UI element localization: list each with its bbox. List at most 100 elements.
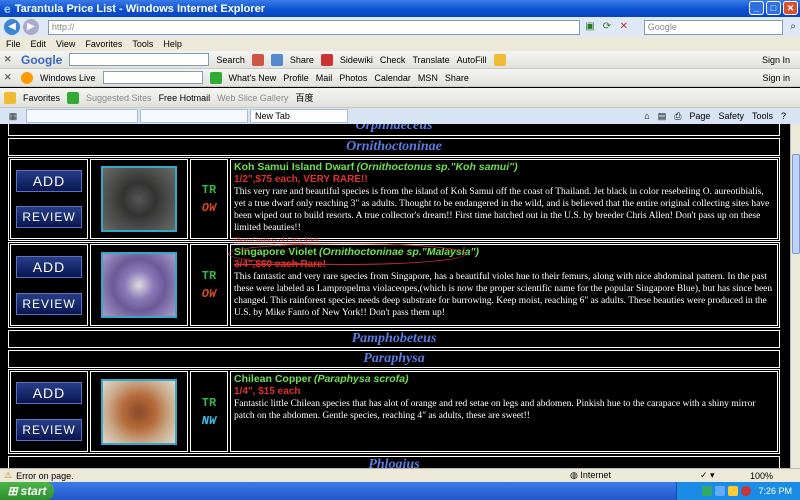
mail-link[interactable]: Mail <box>316 73 333 83</box>
photos-link[interactable]: Photos <box>339 73 367 83</box>
url-input[interactable]: http:// <box>47 19 581 35</box>
review-button[interactable]: REVIEW <box>16 418 82 441</box>
species-row-chilean-copper: ADD REVIEW TR NW Chilean Copper (Paraphy… <box>8 369 780 454</box>
page-menu[interactable]: Page <box>689 111 710 122</box>
network-icon[interactable] <box>702 486 713 496</box>
check-button[interactable]: Check <box>380 55 406 65</box>
search-icon[interactable]: ⌕ <box>786 20 800 34</box>
fav-web-slice-gallery[interactable]: Web Slice Gallery <box>217 93 288 103</box>
menu-file[interactable]: File <box>6 39 21 49</box>
add-favorite-icon[interactable] <box>67 91 80 104</box>
share-link[interactable]: Share <box>445 73 469 83</box>
pencil-icon[interactable] <box>493 53 506 66</box>
compat-icon[interactable]: ▣ <box>583 20 597 34</box>
favorites-button[interactable]: Favorites <box>23 93 60 103</box>
tab-1[interactable] <box>26 109 138 123</box>
refresh-icon[interactable]: ⟳ <box>600 20 614 34</box>
msn-link[interactable]: MSN <box>418 73 438 83</box>
whats-new-link[interactable]: What's New <box>229 73 277 83</box>
species-description: This very rare and beautiful species is … <box>234 187 770 233</box>
calendar-link[interactable]: Calendar <box>374 73 411 83</box>
habitat-code: TR <box>201 269 217 283</box>
tools-menu[interactable]: Tools <box>752 111 773 122</box>
address-bar: ◀ ▶ http:// ▣ ⟳ ✕ Google ⌕ <box>0 17 800 37</box>
safety-menu[interactable]: Safety <box>718 111 744 122</box>
singapore-violet-photo[interactable] <box>101 252 177 318</box>
photo-cell <box>90 244 188 326</box>
security-icon[interactable] <box>728 486 739 496</box>
maximize-button[interactable]: □ <box>766 1 781 15</box>
add-button[interactable]: ADD <box>16 255 82 278</box>
description-cell: Koh Samui Island Dwarf (Ornithoctonus sp… <box>230 159 778 244</box>
autofill-button[interactable]: AutoFill <box>457 55 487 65</box>
menu-favorites[interactable]: Favorites <box>85 39 122 49</box>
google-search-button[interactable]: Search <box>216 55 245 65</box>
status-text[interactable]: Error on page. <box>16 471 74 481</box>
start-button[interactable]: ⊞ start <box>0 482 54 500</box>
mail-icon[interactable] <box>320 53 333 66</box>
close-toolbar-icon[interactable]: ✕ <box>4 72 14 83</box>
bookmark-icon[interactable] <box>251 53 264 66</box>
menu-view[interactable]: View <box>56 39 75 49</box>
photo-cell <box>90 371 188 452</box>
scrollbar-thumb[interactable] <box>792 154 800 254</box>
search-go-icon[interactable] <box>209 71 222 84</box>
tab-bar: ▦ New Tab ⌂ ▤ ⎙ Page Safety Tools ? <box>0 108 800 124</box>
live-sign-in[interactable]: Sign in <box>762 73 790 83</box>
home-icon[interactable]: ⌂ <box>644 111 649 122</box>
fav-suggested-sites[interactable]: Suggested Sites <box>86 93 152 103</box>
description-cell: Chilean Copper (Paraphysa scrofa) 1/4", … <box>230 371 778 452</box>
fav-baidu[interactable]: 百度 <box>295 91 313 104</box>
quick-tabs-icon[interactable]: ▦ <box>0 111 26 122</box>
window-title: Tarantula Price List - Windows Internet … <box>14 2 265 15</box>
print-icon[interactable]: ⎙ <box>674 111 681 122</box>
add-button[interactable]: ADD <box>16 382 82 405</box>
menu-tools[interactable]: Tools <box>132 39 153 49</box>
google-search-input[interactable] <box>69 53 210 66</box>
tab-new[interactable]: New Tab <box>250 109 348 123</box>
tab-2[interactable] <box>140 109 248 123</box>
species-latin-name: (Paraphysa scrofa) <box>313 373 409 385</box>
live-search-input[interactable] <box>102 71 203 84</box>
button-cell: ADD REVIEW <box>10 244 88 326</box>
google-sign-in[interactable]: Sign In <box>762 55 790 65</box>
vertical-scrollbar[interactable] <box>790 124 800 468</box>
help-icon[interactable]: ? <box>781 111 786 122</box>
description-cell: Singapore Violet (Ornithoctoninae sp."Ma… <box>228 243 778 326</box>
menu-help[interactable]: Help <box>163 39 182 49</box>
review-button[interactable]: REVIEW <box>16 206 82 228</box>
back-button[interactable]: ◀ <box>4 19 20 35</box>
search-input[interactable]: Google <box>643 19 784 35</box>
zone-text: Internet <box>580 470 611 480</box>
profile-link[interactable]: Profile <box>283 73 309 83</box>
clock[interactable]: 7:26 PM <box>758 486 792 496</box>
add-button[interactable]: ADD <box>16 170 82 192</box>
translate-button[interactable]: Translate <box>412 55 449 65</box>
photo-cell <box>90 159 188 239</box>
forward-button[interactable]: ▶ <box>22 19 39 35</box>
fav-free-hotmail[interactable]: Free Hotmail <box>159 93 211 103</box>
close-toolbar-icon[interactable]: ✕ <box>4 54 14 65</box>
antivirus-icon[interactable] <box>741 486 752 496</box>
google-toolbar: ✕ Google Search Share Sidewiki Check Tra… <box>0 51 800 69</box>
stop-icon[interactable]: ✕ <box>617 20 631 34</box>
volume-icon[interactable] <box>715 486 726 496</box>
sidewiki-button[interactable]: Sidewiki <box>340 55 373 65</box>
koh-samui-photo[interactable] <box>101 166 177 232</box>
button-cell: ADD REVIEW <box>10 371 88 452</box>
zoom-level[interactable]: 100% <box>750 471 800 481</box>
taskbar: ⊞ start 7:26 PM <box>0 482 800 500</box>
share-button[interactable]: Share <box>290 55 314 65</box>
close-button[interactable]: ✕ <box>783 1 798 15</box>
highlight-oval <box>228 243 466 265</box>
species-price: 1/2",$75 each, VERY RARE!! <box>234 174 368 185</box>
status-bar: ⚠ Error on page. ◍ Internet ✓ ▾ 100% <box>0 468 800 482</box>
menu-edit[interactable]: Edit <box>31 39 47 49</box>
review-button[interactable]: REVIEW <box>16 292 82 315</box>
minimize-button[interactable]: _ <box>749 1 764 15</box>
windows-live-icon <box>21 71 33 84</box>
warning-icon[interactable]: ⚠ <box>4 470 12 481</box>
plus-icon[interactable] <box>270 53 283 66</box>
chilean-copper-photo[interactable] <box>101 378 177 445</box>
feeds-icon[interactable]: ▤ <box>658 111 667 122</box>
